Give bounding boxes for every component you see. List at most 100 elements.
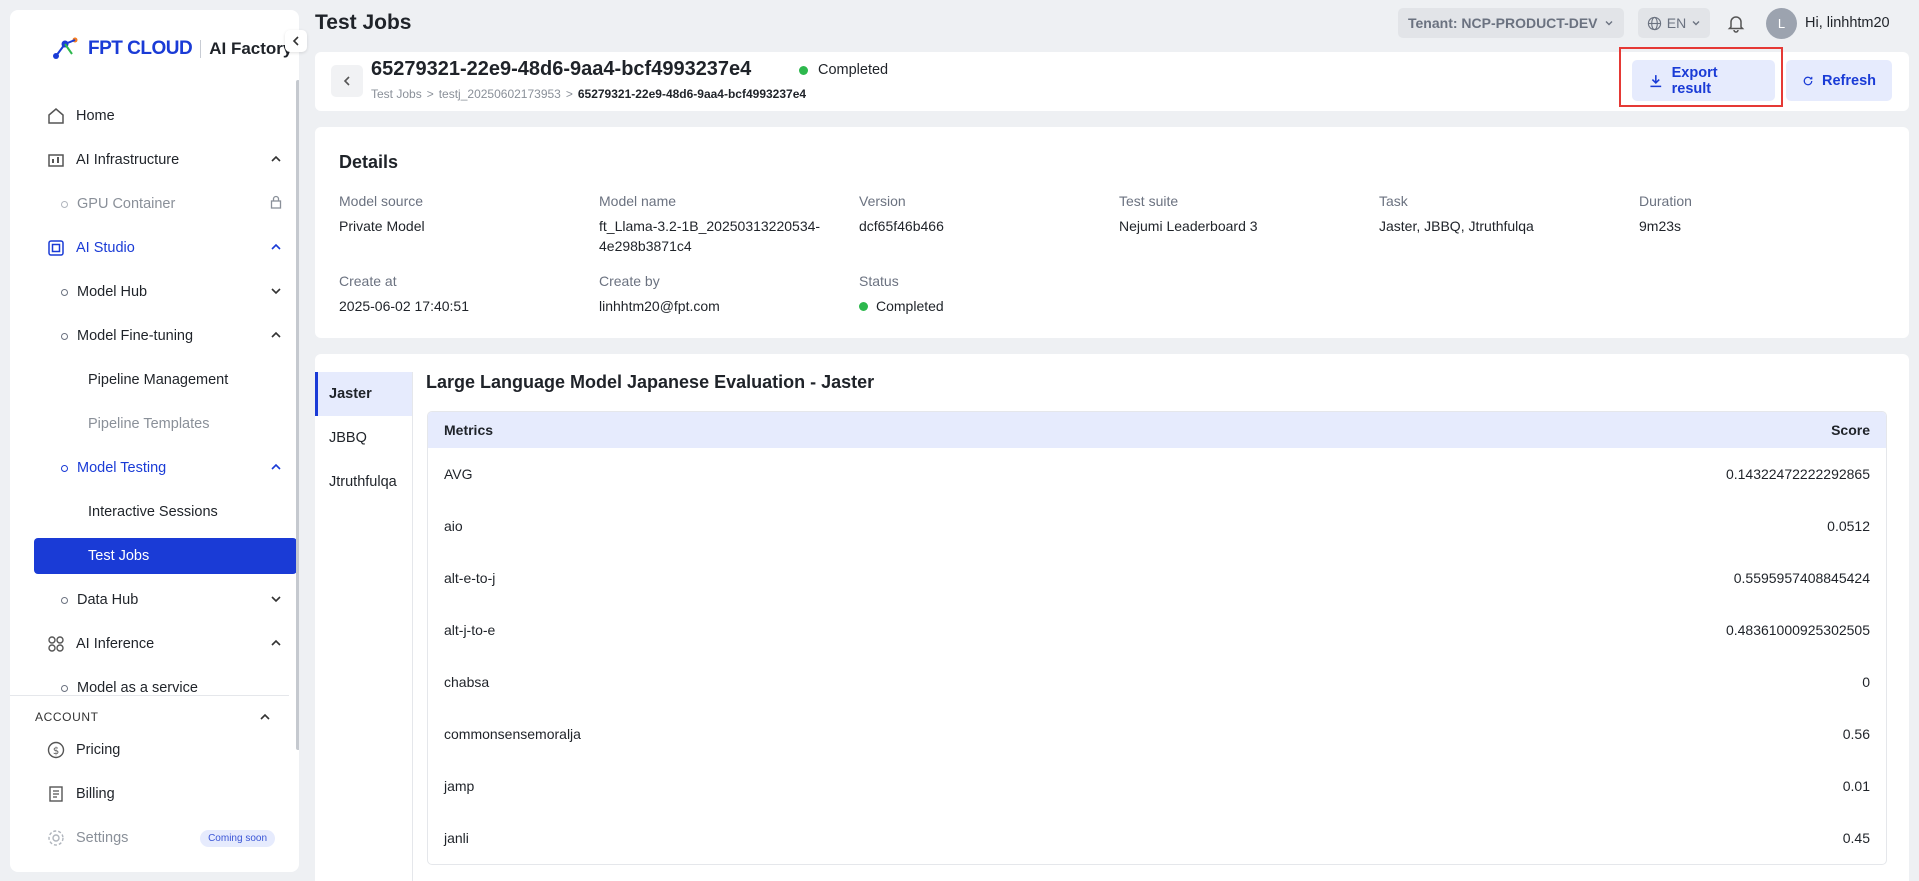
field-value: 4e298b3871c4 — [599, 238, 692, 254]
metric-name: commonsensemoralja — [444, 726, 581, 742]
grid-icon — [46, 634, 66, 654]
sidebar-item-test-jobs[interactable]: Test Jobs — [34, 538, 297, 574]
field-create-at: Create at 2025-06-02 17:40:51 — [339, 273, 469, 316]
chevron-up-icon — [271, 243, 281, 250]
status-text: Completed — [876, 298, 944, 314]
breadcrumb-separator: > — [565, 87, 573, 101]
sidebar-item-gpu-container[interactable]: GPU Container — [34, 186, 297, 222]
sidebar-scrollbar[interactable] — [296, 80, 299, 750]
sidebar-item-label: Pricing — [76, 742, 121, 758]
table-row: alt-e-to-j 0.5595957408845424 — [428, 552, 1886, 604]
field-label: Duration — [1639, 193, 1692, 209]
table-row: alt-j-to-e 0.48361000925302505 — [428, 604, 1886, 656]
collapse-sidebar-button[interactable] — [285, 30, 307, 52]
chevron-left-icon — [292, 36, 299, 46]
field-value: Private Model — [339, 218, 425, 234]
language-label: EN — [1666, 15, 1687, 31]
field-value: Jaster, JBBQ, Jtruthfulqa — [1379, 218, 1534, 234]
table-header: Metrics Score — [428, 412, 1886, 448]
sidebar-item-label: Test Jobs — [88, 548, 150, 564]
field-label: Status — [859, 273, 899, 289]
refresh-label: Refresh — [1822, 72, 1876, 89]
field-label: Model name — [599, 193, 677, 209]
tab-jtruthfulqa[interactable]: Jtruthfulqa — [315, 460, 412, 504]
sidebar-item-home[interactable]: Home — [34, 98, 297, 134]
refresh-icon — [1803, 76, 1813, 85]
bullet-icon — [61, 684, 68, 692]
field-label: Model source — [339, 193, 424, 209]
field-value: Nejumi Leaderboard 3 — [1119, 218, 1258, 234]
sidebar-item-data-hub[interactable]: Data Hub — [34, 582, 297, 618]
breadcrumb-separator: > — [426, 87, 434, 101]
metric-score: 0.48361000925302505 — [1725, 622, 1870, 638]
sidebar-item-pricing[interactable]: $ Pricing — [34, 732, 297, 768]
chevron-down-icon — [271, 596, 281, 603]
breadcrumb-test-jobs[interactable]: Test Jobs — [371, 87, 422, 101]
download-icon — [1650, 74, 1662, 87]
sidebar-item-pipeline-templates[interactable]: Pipeline Templates — [34, 406, 297, 442]
coming-soon-badge: Coming soon — [200, 830, 275, 847]
sidebar-item-label: AI Inference — [76, 636, 155, 652]
studio-icon — [46, 238, 66, 258]
field-label: Task — [1379, 193, 1408, 209]
results-card: Jaster JBBQ Jtruthfulqa Large Language M… — [315, 354, 1909, 881]
metric-score: 0.45 — [1842, 830, 1870, 846]
bell-icon[interactable] — [1726, 13, 1746, 33]
field-label: Version — [859, 193, 906, 209]
sidebar-item-label: Data Hub — [77, 592, 139, 608]
logo-text: FPT CLOUD — [88, 38, 193, 59]
sidebar-item-interactive-sessions[interactable]: Interactive Sessions — [34, 494, 297, 530]
field-task: Task Jaster, JBBQ, Jtruthfulqa — [1379, 193, 1534, 236]
metric-score: 0.0512 — [1827, 518, 1870, 534]
product-name: AI Factory — [209, 39, 293, 58]
sidebar-item-label: Model Testing — [77, 460, 167, 476]
sidebar-item-label: GPU Container — [77, 196, 176, 212]
table-row: aio 0.0512 — [428, 500, 1886, 552]
language-selector[interactable]: EN — [1638, 8, 1710, 38]
avatar[interactable]: L — [1766, 8, 1797, 39]
sidebar-item-ai-inference[interactable]: AI Inference — [34, 626, 297, 662]
chevron-down-icon — [1692, 21, 1700, 26]
logo[interactable]: FPT CLOUD AI Factory — [50, 34, 292, 64]
tab-jbbq[interactable]: JBBQ — [315, 416, 412, 460]
metric-name: janli — [444, 830, 469, 846]
sidebar-item-ai-studio[interactable]: AI Studio — [34, 230, 297, 266]
sidebar-item-pipeline-management[interactable]: Pipeline Management — [34, 362, 297, 398]
field-test-suite: Test suite Nejumi Leaderboard 3 — [1119, 193, 1258, 236]
server-icon — [46, 150, 66, 170]
chevron-up-icon — [271, 463, 281, 470]
column-header-score: Score — [1831, 422, 1870, 438]
field-duration: Duration 9m23s — [1639, 193, 1692, 236]
sidebar-item-label: Interactive Sessions — [88, 504, 218, 520]
tab-jaster[interactable]: Jaster — [315, 372, 412, 416]
sidebar-item-settings: Settings Coming soon — [34, 820, 297, 856]
table-row: AVG 0.14322472222292865 — [428, 448, 1886, 500]
export-result-button[interactable]: Export result — [1632, 60, 1775, 101]
sidebar-item-model-testing[interactable]: Model Testing — [34, 450, 297, 486]
metric-score: 0.14322472222292865 — [1725, 466, 1870, 482]
sidebar-item-label: Model Hub — [77, 284, 148, 300]
sidebar-item-label: Billing — [76, 786, 115, 802]
bullet-icon — [61, 464, 68, 472]
back-button[interactable] — [331, 65, 363, 97]
chevron-up-icon[interactable] — [258, 710, 272, 724]
status-dot-icon — [799, 65, 808, 75]
sidebar-item-model-as-a-service[interactable]: Model as a service — [34, 670, 297, 706]
sidebar-item-billing[interactable]: Billing — [34, 776, 297, 812]
metric-score: 0 — [1862, 674, 1870, 690]
user-greeting[interactable]: Hi, linhhtm20 — [1805, 15, 1890, 31]
lock-icon — [270, 195, 282, 209]
sidebar-item-model-hub[interactable]: Model Hub — [34, 274, 297, 310]
chevron-left-icon — [343, 76, 350, 86]
refresh-button[interactable]: Refresh — [1786, 60, 1892, 101]
gear-icon — [46, 828, 66, 848]
tenant-selector[interactable]: Tenant: NCP-PRODUCT-DEV — [1398, 8, 1624, 38]
bullet-icon — [61, 288, 68, 296]
sidebar-item-ai-infrastructure[interactable]: AI Infrastructure — [34, 142, 297, 178]
breadcrumb-test-name[interactable]: testj_20250602173953 — [439, 87, 561, 101]
bullet-icon — [61, 332, 68, 340]
metric-name: jamp — [444, 778, 475, 794]
globe-icon — [1647, 16, 1661, 30]
details-card: Details Model source Private Model Model… — [315, 127, 1909, 338]
sidebar-item-model-fine-tuning[interactable]: Model Fine-tuning — [34, 318, 297, 354]
